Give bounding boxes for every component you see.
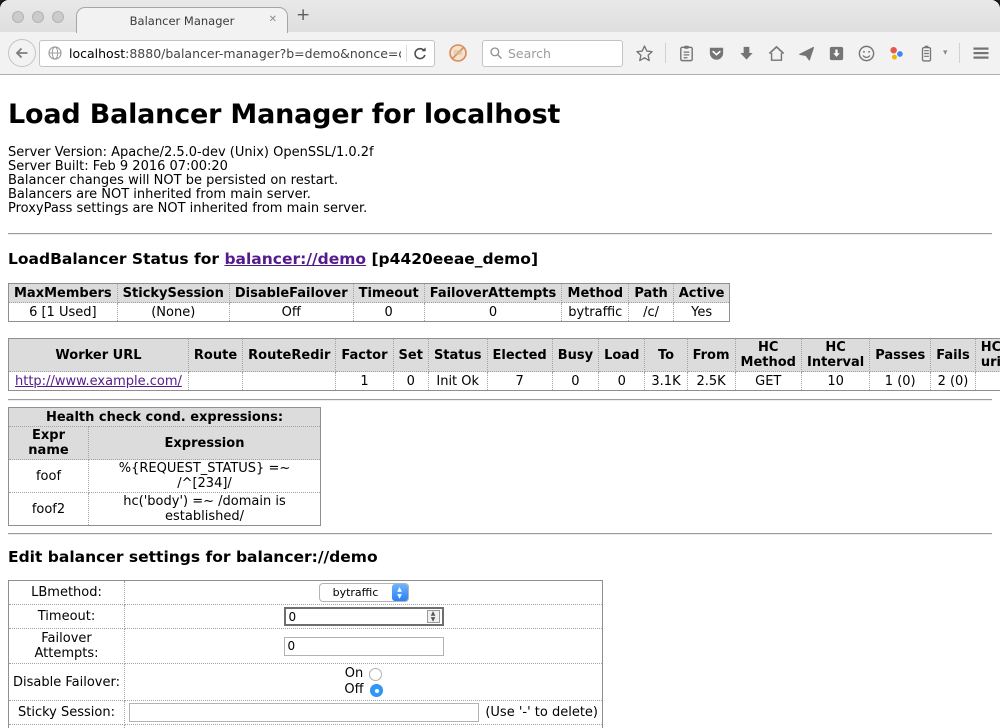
failover-attempts-label: Failover Attempts: xyxy=(9,629,125,664)
tab-close-icon[interactable]: ✕ xyxy=(269,14,277,25)
send-tab-icon[interactable] xyxy=(797,44,816,63)
timeout-label: Timeout: xyxy=(9,605,125,629)
navigation-toolbar: localhost:8880/balancer-manager?b=demo&n… xyxy=(0,32,1000,75)
back-button[interactable] xyxy=(8,39,36,67)
downloads-icon[interactable] xyxy=(737,44,756,63)
pocket-icon[interactable] xyxy=(707,44,726,63)
globe-icon xyxy=(47,45,63,61)
lbmethod-label: LBmethod: xyxy=(9,581,125,605)
form-row-sticky-session: Sticky Session: (Use '-' to delete) xyxy=(9,701,603,725)
tab-title: Balancer Manager xyxy=(130,14,235,28)
status-heading: LoadBalancer Status for balancer://demo … xyxy=(8,250,992,268)
form-row-lbmethod: LBmethod: bytraffic ▲▼ xyxy=(9,581,603,605)
health-check-table: Health check cond. expressions: Expr nam… xyxy=(8,407,321,526)
bookmark-star-icon[interactable] xyxy=(635,44,654,63)
divider xyxy=(8,233,992,235)
server-built-line: Server Built: Feb 9 2016 07:00:20 xyxy=(8,160,992,174)
select-stepper-icon: ▲▼ xyxy=(392,584,408,601)
balancer-status-table: MaxMembers StickySession DisableFailover… xyxy=(8,283,730,322)
table-header-row: MaxMembers StickySession DisableFailover… xyxy=(9,284,730,303)
sticky-session-hint: (Use '-' to delete) xyxy=(485,705,598,720)
content-blocker-icon[interactable] xyxy=(448,43,468,63)
menu-hamburger-icon[interactable] xyxy=(971,43,991,63)
reading-list-icon[interactable] xyxy=(677,44,696,63)
url-text[interactable]: localhost:8880/balancer-manager?b=demo&n… xyxy=(69,46,401,61)
failover-attempts-input[interactable] xyxy=(284,637,444,656)
disable-failover-off-radio[interactable] xyxy=(370,684,383,697)
form-row-failover-attempts: Failover Attempts: xyxy=(9,629,603,664)
edit-settings-heading: Edit balancer settings for balancer://de… xyxy=(8,548,992,566)
overflow-caret-icon[interactable]: ▾ xyxy=(943,48,948,58)
tab-to-device-icon[interactable] xyxy=(827,44,846,63)
inherit-notice-line: Balancers are NOT inherited from main se… xyxy=(8,188,992,202)
url-bar[interactable]: localhost:8880/balancer-manager?b=demo&n… xyxy=(39,40,435,67)
sticky-session-input[interactable] xyxy=(129,703,479,722)
on-radio-label: On xyxy=(345,666,363,682)
back-arrow-icon xyxy=(14,45,30,61)
page-content: Load Balancer Manager for localhost Serv… xyxy=(0,75,1000,728)
lbmethod-select[interactable]: bytraffic ▲▼ xyxy=(319,583,409,602)
form-row-disable-failover: Disable Failover: On Off xyxy=(9,664,603,701)
search-input[interactable] xyxy=(508,46,608,61)
minimize-window-button[interactable] xyxy=(32,11,44,23)
feedback-smiley-icon[interactable] xyxy=(857,44,876,63)
table-row: 6 [1 Used] (None) Off 0 0 bytraffic /c/ … xyxy=(9,303,730,322)
new-tab-button[interactable]: + xyxy=(296,5,310,25)
search-icon xyxy=(489,46,503,60)
server-version-line: Server Version: Apache/2.5.0-dev (Unix) … xyxy=(8,146,992,160)
window-controls xyxy=(12,11,64,23)
page-title: Load Balancer Manager for localhost xyxy=(8,75,992,130)
number-spinner-icon[interactable]: ▲▼ xyxy=(427,610,440,623)
sticky-session-label: Sticky Session: xyxy=(9,701,125,725)
table-header-row: Expr name Expression xyxy=(9,427,321,460)
worker-url-link[interactable]: http://www.example.com/ xyxy=(15,374,182,389)
edit-balancer-form: LBmethod: bytraffic ▲▼ Timeout: 0 xyxy=(8,580,603,728)
persist-notice-line: Balancer changes will NOT be persisted o… xyxy=(8,174,992,188)
server-info: Server Version: Apache/2.5.0-dev (Unix) … xyxy=(8,146,992,216)
reload-icon[interactable] xyxy=(412,46,427,61)
colored-dots-extension-icon[interactable] xyxy=(887,44,906,63)
table-row: foof %{REQUEST_STATUS} =~ /^[234]/ xyxy=(9,460,321,493)
browser-window: Balancer Manager ✕ + localhost:8880/bala… xyxy=(0,0,1000,728)
off-radio-label: Off xyxy=(344,682,363,698)
worker-row: http://www.example.com/ 1 0 Init Ok 7 0 … xyxy=(9,372,1000,391)
tab-balancer-manager[interactable]: Balancer Manager ✕ xyxy=(76,7,288,33)
add-worker-label: Add New Worker: xyxy=(9,725,125,728)
proxypass-notice-line: ProxyPass settings are NOT inherited fro… xyxy=(8,202,992,216)
search-bar[interactable] xyxy=(482,40,623,67)
timeout-input[interactable]: 0 ▲▼ xyxy=(284,607,444,626)
battery-extension-icon[interactable] xyxy=(917,44,936,63)
form-row-add-worker: Add New Worker: Are you sure? xyxy=(9,725,603,728)
worker-status-table: Worker URL Route RouteRedir Factor Set S… xyxy=(8,338,1000,391)
disable-failover-on-radio[interactable] xyxy=(369,668,382,681)
table-title-row: Health check cond. expressions: xyxy=(9,408,321,427)
table-row: foof2 hc('body') =~ /domain is establish… xyxy=(9,493,321,526)
zoom-window-button[interactable] xyxy=(52,11,64,23)
tab-bar: Balancer Manager ✕ + xyxy=(0,0,1000,32)
form-row-timeout: Timeout: 0 ▲▼ xyxy=(9,605,603,629)
home-icon[interactable] xyxy=(767,44,786,63)
divider xyxy=(8,533,992,535)
disable-failover-label: Disable Failover: xyxy=(9,664,125,701)
close-window-button[interactable] xyxy=(12,11,24,23)
divider xyxy=(8,399,992,401)
balancer-demo-link[interactable]: balancer://demo xyxy=(224,250,366,268)
table-header-row: Worker URL Route RouteRedir Factor Set S… xyxy=(9,339,1000,372)
